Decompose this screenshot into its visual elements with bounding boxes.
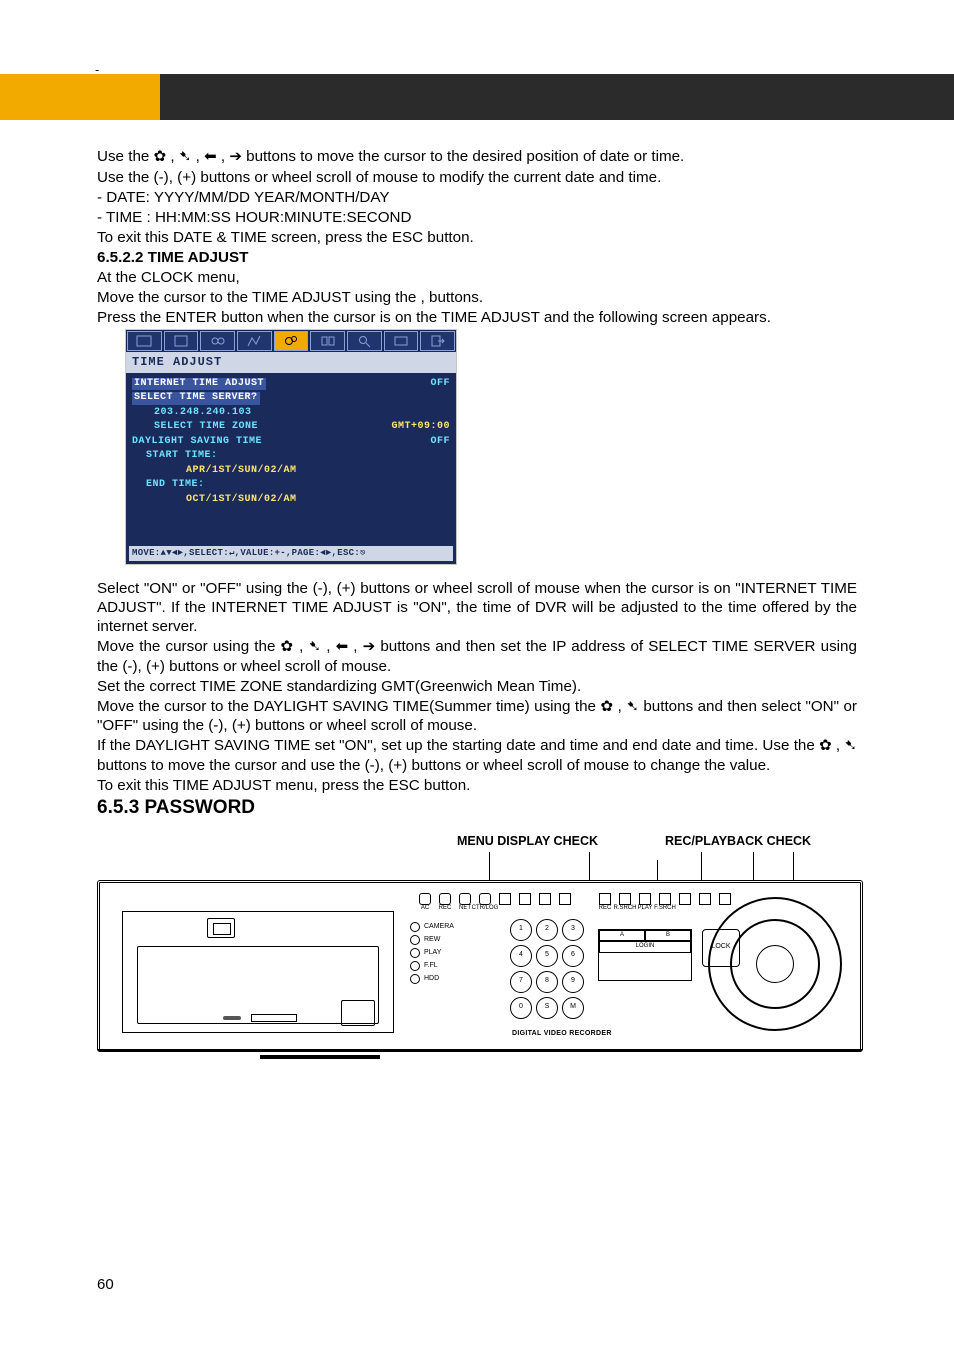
tab-icon-3[interactable] [200, 331, 235, 351]
drive-display-icon [207, 918, 235, 938]
tab-icon-search[interactable] [347, 331, 382, 351]
row-ip: 203.248.240.103 [132, 407, 252, 420]
eject-button[interactable] [341, 1000, 375, 1026]
device-base [260, 1055, 380, 1059]
row-dst-val: OFF [430, 436, 450, 449]
row-ita-val: OFF [430, 378, 450, 391]
intro-1a: Use the [97, 148, 154, 165]
tab-icon-exit[interactable] [420, 331, 455, 351]
after-p2a: Move the cursor using the [97, 638, 281, 655]
arrow-left-icon: ⬅ [336, 638, 349, 655]
device-foot [98, 1049, 862, 1057]
callout-line [701, 852, 702, 880]
arrow-down-icon: ➷ [844, 737, 857, 754]
arrow-left-icon: ⬅ [204, 148, 217, 165]
body-text: Use the ✿ , ➷ , ⬅ , ➔ buttons to move th… [97, 147, 857, 1052]
s6522-p2: Move the cursor to the TIME ADJUST using… [97, 288, 857, 307]
intro-3: To exit this DATE & TIME screen, press t… [97, 228, 857, 247]
after-p6: To exit this TIME ADJUST menu, press the… [97, 776, 857, 795]
s6522-p1: At the CLOCK menu, [97, 268, 857, 287]
login-panel[interactable]: AB LOGIN [598, 929, 692, 981]
arrow-up-icon: ✿ [154, 148, 167, 165]
intro-1b: buttons to move the cursor to the desire… [246, 148, 684, 165]
dvr-front-panel: AC REC NET CTR/LOG CAMERA REW PLAY F.FL … [97, 880, 863, 1052]
heading-6-5-3: 6.5.3 PASSWORD [97, 796, 857, 820]
arrow-down-icon: ➷ [309, 638, 322, 655]
key-8[interactable]: 8 [536, 971, 558, 993]
row-ita: INTERNET TIME ADJUST [132, 378, 266, 391]
arrow-up-icon: ✿ [600, 698, 613, 715]
numeric-keypad[interactable]: 1 2 3 4 5 6 7 8 9 0 S M [510, 919, 584, 1019]
menu-tabs [126, 330, 456, 352]
row-dst: DAYLIGHT SAVING TIME [132, 436, 262, 449]
row-end: END TIME: [132, 479, 205, 492]
header-tab [0, 74, 160, 120]
tab-icon-4[interactable] [237, 331, 272, 351]
key-5[interactable]: 5 [536, 945, 558, 967]
row-start-val: APR/1ST/SUN/02/AM [132, 465, 297, 478]
intro-b2: - TIME : HH:MM:SS HOUR:MINUTE:SECOND [97, 208, 857, 227]
arrow-up-icon: ✿ [819, 737, 832, 754]
arrow-up-icon: ✿ [281, 638, 294, 655]
tab-icon-1[interactable] [127, 331, 162, 351]
key-6[interactable]: 6 [562, 945, 584, 967]
after-p4a: Move the cursor to the DAYLIGHT SAVING T… [97, 698, 600, 715]
page-number: 60 [97, 1276, 114, 1293]
row-start: START TIME: [132, 450, 218, 463]
row-sts: SELECT TIME SERVER? [132, 392, 260, 405]
tab-icon-8[interactable] [384, 331, 419, 351]
tab-icon-6[interactable] [310, 331, 345, 351]
intro-2: Use the (-), (+) buttons or wheel scroll… [97, 168, 857, 187]
after-p3: Set the correct TIME ZONE standardizing … [97, 677, 857, 696]
key-9[interactable]: 9 [562, 971, 584, 993]
callout-line [657, 860, 658, 880]
sep: , [191, 148, 204, 165]
key-0[interactable]: 0 [510, 997, 532, 1019]
arrow-down-icon: ➷ [179, 148, 192, 165]
arrow-right-icon: ➔ [363, 638, 376, 655]
callout-line [489, 852, 490, 880]
label-rec-playback-check: REC/PLAYBACK CHECK [665, 834, 811, 850]
arrow-down-icon: ➷ [626, 698, 639, 715]
sep: , [217, 148, 230, 165]
screenshot-title: TIME ADJUST [126, 352, 456, 373]
intro-b1: - DATE: YYYY/MM/DD YEAR/MONTH/DAY [97, 188, 857, 207]
heading-6-5-2-2: 6.5.2.2 TIME ADJUST [97, 248, 857, 267]
key-7[interactable]: 7 [510, 971, 532, 993]
drive-slot [251, 1014, 297, 1022]
sep: , [166, 148, 179, 165]
row-tz-val: GMT+09:00 [391, 421, 450, 434]
screenshot-body: INTERNET TIME ADJUST OFF SELECT TIME SERV… [126, 373, 456, 508]
after-p1: Select "ON" or "OFF" using the (-), (+) … [97, 579, 857, 636]
tab-icon-2[interactable] [164, 331, 199, 351]
indicator-strip-top: AC REC NET CTR/LOG [418, 893, 572, 915]
key-1[interactable]: 1 [510, 919, 532, 941]
model-label: DIGITAL VIDEO RECORDER [512, 1030, 612, 1039]
label-menu-display-check: MENU DISPLAY CHECK [457, 834, 598, 850]
screenshot-hint: MOVE:▲▼◄►,SELECT:↵,VALUE:+-,PAGE:◄►,ESC:… [129, 546, 453, 561]
s6522-p3: Press the ENTER button when the cursor i… [97, 308, 857, 327]
screenshot-time-adjust: TIME ADJUST INTERNET TIME ADJUST OFF SELE… [125, 329, 457, 565]
optical-drive [122, 911, 394, 1033]
key-s[interactable]: S [536, 997, 558, 1019]
arrow-right-icon: ➔ [229, 148, 242, 165]
key-4[interactable]: 4 [510, 945, 532, 967]
key-3[interactable]: 3 [562, 919, 584, 941]
row-end-val: OCT/1ST/SUN/02/AM [132, 494, 297, 507]
transport-strip: REC R.SRCH PLAY F.SRCH [598, 893, 732, 915]
status-led-column: CAMERA REW PLAY F.FL HDD [410, 919, 502, 987]
key-2[interactable]: 2 [536, 919, 558, 941]
drive-led [223, 1016, 241, 1020]
callout-line [793, 852, 794, 880]
callout-line [589, 852, 590, 880]
tab-icon-gears[interactable] [274, 331, 309, 351]
jog-shuttle-dial[interactable] [708, 897, 842, 1031]
after-p5b: buttons to move the cursor and use the (… [97, 757, 770, 774]
key-m[interactable]: M [562, 997, 584, 1019]
row-tz: SELECT TIME ZONE [132, 421, 258, 434]
callout-line [753, 852, 754, 880]
device-diagram: MENU DISPLAY CHECK REC/PLAYBACK CHECK AC… [97, 834, 857, 1052]
after-p5a: If the DAYLIGHT SAVING TIME set "ON", se… [97, 737, 819, 754]
